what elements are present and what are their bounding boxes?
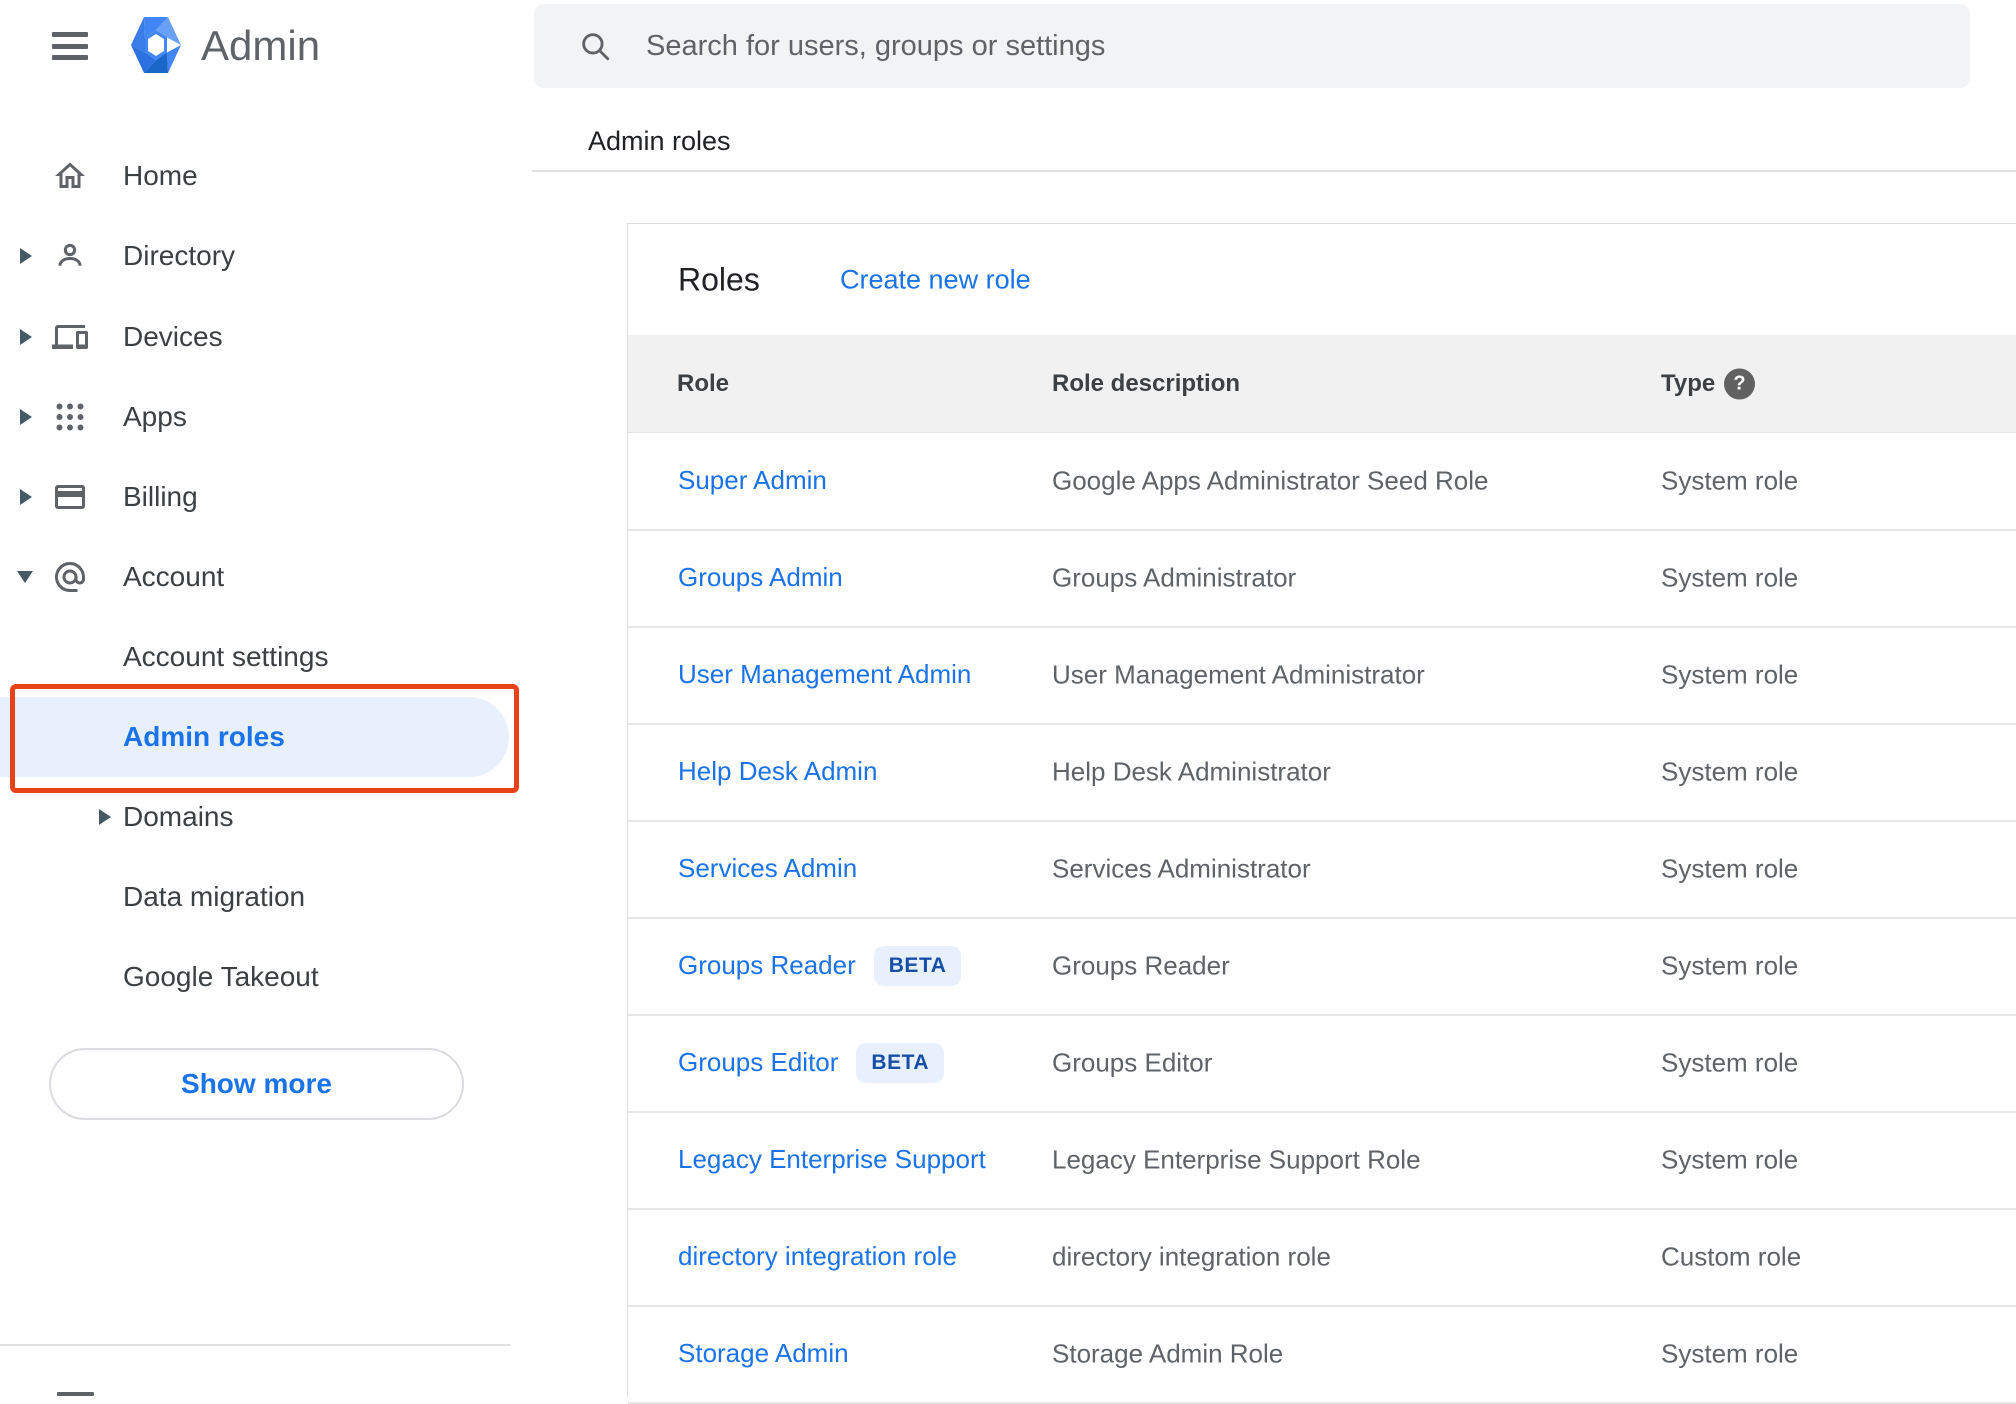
- table-row: Super Admin Google Apps Administrator Se…: [628, 432, 2016, 531]
- column-header-description: Role description: [1052, 369, 1241, 397]
- sidebar-item-billing[interactable]: Billing: [0, 457, 530, 537]
- sidebar-item-domains[interactable]: Domains: [0, 777, 530, 857]
- column-header-role: Role: [677, 369, 730, 397]
- role-link[interactable]: Groups Admin: [678, 562, 843, 593]
- home-icon: [52, 158, 88, 194]
- roles-panel: Roles Create new role Role Role descript…: [627, 223, 2016, 1404]
- role-link[interactable]: Groups Editor: [678, 1047, 838, 1078]
- role-description: User Management Administrator: [1052, 659, 1425, 689]
- expand-arrow-icon: [20, 248, 32, 264]
- role-link[interactable]: Storage Admin: [678, 1338, 849, 1369]
- sidebar-item-label: Directory: [123, 240, 236, 271]
- expand-arrow-icon: [20, 409, 32, 425]
- role-link[interactable]: Groups Reader: [678, 950, 856, 981]
- role-type: System role: [1661, 1338, 1799, 1368]
- table-row: Groups Admin Groups Administrator System…: [628, 529, 2016, 628]
- role-description: Legacy Enterprise Support Role: [1052, 1144, 1421, 1174]
- search-bar[interactable]: [534, 4, 1970, 88]
- beta-badge: BETA: [856, 1042, 945, 1083]
- roles-panel-header: Roles Create new role: [628, 224, 2016, 335]
- table-row: Groups Editor BETA Groups Editor System …: [628, 1014, 2016, 1113]
- role-link[interactable]: Help Desk Admin: [678, 756, 877, 787]
- show-more-label: Show more: [181, 1068, 332, 1099]
- sidebar-item-admin-roles-selected[interactable]: Admin roles: [0, 697, 509, 777]
- sidebar-nav: Home Directory Devices Apps Billing Acco…: [0, 0, 530, 1396]
- sidebar-item-account-settings[interactable]: Account settings: [0, 617, 530, 697]
- role-description: Services Administrator: [1052, 853, 1311, 883]
- role-type: System role: [1661, 562, 1799, 592]
- sidebar-item-data-migration[interactable]: Data migration: [0, 857, 530, 937]
- role-description: Google Apps Administrator Seed Role: [1052, 465, 1489, 495]
- person-icon: [52, 238, 88, 274]
- table-row: Storage Admin Storage Admin Role System …: [628, 1305, 2016, 1404]
- devices-icon: [52, 319, 88, 355]
- role-type: System role: [1661, 465, 1799, 495]
- role-type: System role: [1661, 659, 1799, 689]
- table-row: Help Desk Admin Help Desk Administrator …: [628, 723, 2016, 822]
- table-row: Legacy Enterprise Support Legacy Enterpr…: [628, 1111, 2016, 1210]
- panel-title: Roles: [678, 261, 760, 297]
- beta-badge: BETA: [873, 945, 962, 986]
- sidebar-item-label: Billing: [123, 481, 198, 512]
- sidebar-item-devices[interactable]: Devices: [0, 297, 530, 377]
- sidebar-item-label: Data migration: [123, 881, 306, 912]
- sidebar-item-label: Devices: [123, 321, 223, 352]
- expand-arrow-icon: [20, 329, 32, 345]
- role-link[interactable]: User Management Admin: [678, 659, 971, 690]
- role-type: System role: [1661, 756, 1799, 786]
- expand-arrow-icon: [99, 809, 111, 825]
- collapse-arrow-icon: [17, 571, 33, 583]
- role-description: Groups Administrator: [1052, 562, 1297, 592]
- table-row: Services Admin Services Administrator Sy…: [628, 820, 2016, 919]
- content-divider: [532, 170, 2016, 172]
- role-description: Help Desk Administrator: [1052, 756, 1331, 786]
- sidebar-item-label: Account: [123, 561, 225, 592]
- role-description: Storage Admin Role: [1052, 1338, 1284, 1368]
- breadcrumb: Admin roles: [588, 126, 731, 156]
- role-description: directory integration role: [1052, 1241, 1331, 1271]
- column-header-type: Type: [1661, 369, 1716, 397]
- expand-arrow-icon: [20, 489, 32, 505]
- sidebar-item-label: Admin roles: [123, 721, 285, 752]
- help-icon[interactable]: ?: [1724, 368, 1755, 399]
- sidebar-item-label: Home: [123, 160, 198, 191]
- role-type: System role: [1661, 950, 1799, 980]
- role-type: System role: [1661, 1144, 1799, 1174]
- sidebar-item-home[interactable]: Home: [0, 136, 530, 216]
- search-icon: [578, 29, 612, 68]
- role-link[interactable]: Super Admin: [678, 465, 827, 496]
- role-link[interactable]: Services Admin: [678, 853, 857, 884]
- credit-card-icon: [52, 479, 88, 515]
- sidebar-item-directory[interactable]: Directory: [0, 216, 530, 296]
- role-type: Custom role: [1661, 1241, 1802, 1271]
- create-new-role-link[interactable]: Create new role: [840, 264, 1031, 295]
- partial-icon-bottom: [57, 1392, 94, 1396]
- table-header-row: Role Role description Type ?: [628, 335, 2016, 433]
- role-description: Groups Editor: [1052, 1047, 1213, 1077]
- search-input[interactable]: [646, 4, 1946, 88]
- table-row: Groups Reader BETA Groups Reader System …: [628, 917, 2016, 1016]
- table-row: directory integration role directory int…: [628, 1208, 2016, 1307]
- sidebar-divider: [0, 1344, 510, 1346]
- sidebar-item-label: Account settings: [123, 641, 329, 672]
- sidebar-item-label: Domains: [123, 801, 234, 832]
- sidebar-item-label: Google Takeout: [123, 961, 319, 992]
- role-type: System role: [1661, 1047, 1799, 1077]
- sidebar-item-apps[interactable]: Apps: [0, 377, 530, 457]
- role-link[interactable]: Legacy Enterprise Support: [678, 1144, 986, 1175]
- at-email-icon: [52, 559, 88, 595]
- role-link[interactable]: directory integration role: [678, 1241, 957, 1272]
- sidebar-item-label: Apps: [123, 401, 187, 432]
- sidebar-item-account[interactable]: Account: [0, 537, 530, 617]
- sidebar-item-google-takeout[interactable]: Google Takeout: [0, 937, 530, 1017]
- role-type: System role: [1661, 853, 1799, 883]
- table-row: User Management Admin User Management Ad…: [628, 626, 2016, 725]
- show-more-button[interactable]: Show more: [49, 1048, 464, 1120]
- apps-grid-icon: [52, 399, 88, 435]
- role-description: Groups Reader: [1052, 950, 1230, 980]
